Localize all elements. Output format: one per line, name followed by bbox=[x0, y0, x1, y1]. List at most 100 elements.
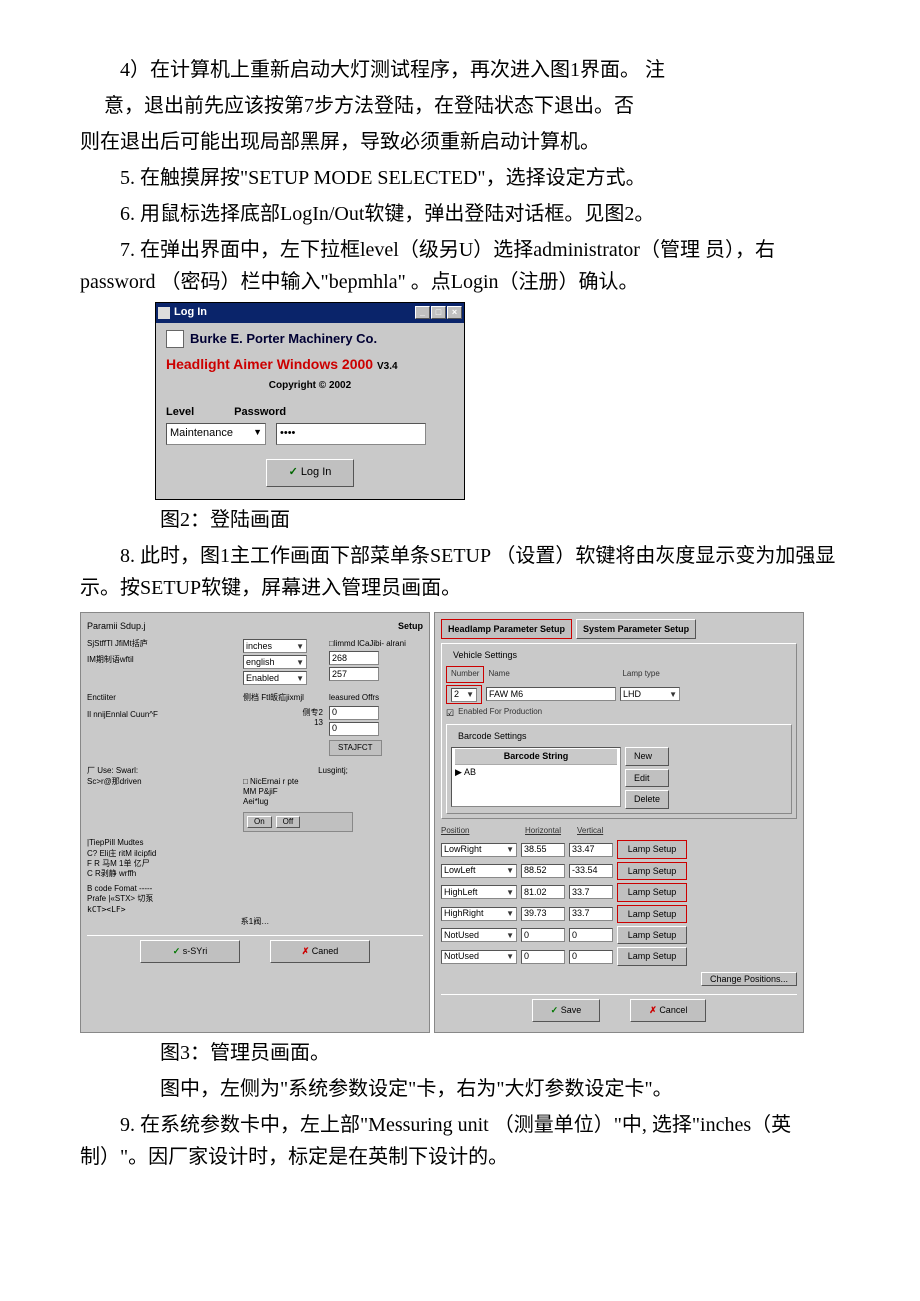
vertical-input[interactable]: -33.54 bbox=[569, 864, 613, 878]
stajfct-button[interactable]: STAJFCT bbox=[329, 740, 382, 756]
left-save-button[interactable]: ✓ s-SYri bbox=[140, 940, 240, 962]
vertical-input[interactable]: 33.7 bbox=[569, 907, 613, 921]
system-param-panel: Paramii Sdup.j Setup SjStffTl JfiMt括庐 IM… bbox=[80, 612, 430, 1033]
horizontal-input[interactable]: 39.73 bbox=[521, 907, 565, 921]
lbl-meas: leasured Offrs bbox=[329, 693, 423, 703]
chevron-down-icon: ▼ bbox=[506, 929, 514, 942]
chk-nic[interactable]: □ NicErnai r pte bbox=[243, 777, 423, 787]
vertical-input[interactable]: 33.47 bbox=[569, 843, 613, 857]
barcode-delete-button[interactable]: Delete bbox=[625, 790, 669, 808]
copyright: Copyright © 2002 bbox=[166, 378, 454, 394]
enabled-checkbox[interactable]: ☑ bbox=[446, 706, 454, 720]
lbl-side2: 侧专2 bbox=[243, 708, 323, 718]
enabled-label: Enabled For Production bbox=[458, 706, 542, 719]
left-cancel-button[interactable]: ✗ Caned bbox=[270, 940, 370, 962]
check-icon: ✓ bbox=[551, 1005, 559, 1015]
close-icon[interactable]: × bbox=[447, 306, 462, 319]
save-button[interactable]: ✓ Save bbox=[532, 999, 601, 1021]
input-268[interactable]: 268 bbox=[329, 651, 379, 665]
measuring-unit-select[interactable]: inches▼ bbox=[243, 639, 307, 653]
vertical-input[interactable]: 33.7 bbox=[569, 885, 613, 899]
vertical-input[interactable]: 0 bbox=[569, 950, 613, 964]
vehicle-settings-label: Vehicle Settings bbox=[450, 648, 520, 662]
vehicle-number-select[interactable]: 2▼ bbox=[451, 688, 477, 702]
app-icon bbox=[158, 307, 170, 319]
horizontal-input[interactable]: 88.52 bbox=[521, 864, 565, 878]
admin-screenshot: Paramii Sdup.j Setup SjStffTl JfiMt括庐 IM… bbox=[80, 612, 840, 1033]
chevron-down-icon: ▼ bbox=[296, 640, 304, 653]
barcode-list-header: Barcode String bbox=[455, 749, 617, 764]
left-save-label: s-SYri bbox=[183, 946, 208, 956]
vertical-input[interactable]: 0 bbox=[569, 928, 613, 942]
lbl-l1: SjStffTl JfiMt括庐 bbox=[87, 639, 237, 649]
position-select[interactable]: LowRight▼ bbox=[441, 843, 517, 857]
horizontal-input[interactable]: 0 bbox=[521, 928, 565, 942]
position-select[interactable]: NotUsed▼ bbox=[441, 928, 517, 942]
enabled-select[interactable]: Enabled▼ bbox=[243, 671, 307, 685]
off-button[interactable]: Off bbox=[276, 816, 301, 828]
vehicle-name-input[interactable]: FAW M6 bbox=[486, 687, 616, 701]
maximize-icon[interactable]: □ bbox=[431, 306, 446, 319]
headlamp-param-panel: Headlamp Parameter Setup System Paramete… bbox=[434, 612, 804, 1033]
check-icon: ✓ bbox=[173, 946, 181, 956]
lamp-setup-button[interactable]: Lamp Setup bbox=[617, 840, 687, 858]
position-select[interactable]: HighLeft▼ bbox=[441, 885, 517, 899]
position-select[interactable]: LowLeft▼ bbox=[441, 864, 517, 878]
input-offset-2[interactable]: 0 bbox=[329, 722, 379, 736]
lbl-13: 13 bbox=[243, 718, 323, 728]
barcode-listbox[interactable]: Barcode String ▶ AB bbox=[451, 747, 621, 807]
lamp-type-select[interactable]: LHD▼ bbox=[620, 687, 680, 701]
lbl-aei: Aei*lug bbox=[243, 797, 423, 807]
minimize-icon[interactable]: _ bbox=[415, 306, 430, 319]
horizontal-input[interactable]: 0 bbox=[521, 950, 565, 964]
lamp-setup-button[interactable]: Lamp Setup bbox=[617, 883, 687, 901]
lamp-setup-button: Lamp Setup bbox=[617, 926, 687, 944]
chevron-down-icon: ▼ bbox=[506, 950, 514, 963]
chevron-down-icon: ▼ bbox=[296, 672, 304, 685]
tab-headlamp-setup[interactable]: Headlamp Parameter Setup bbox=[441, 619, 572, 639]
para-8: 8. 此时，图1主工作画面下部菜单条SETUP （设置）软键将由灰度显示变为加强… bbox=[80, 540, 840, 604]
on-button[interactable]: On bbox=[247, 816, 272, 828]
chk-use-swarl[interactable]: 厂 Use: Swarl: bbox=[87, 766, 237, 776]
tab-system-setup[interactable]: System Parameter Setup bbox=[576, 619, 696, 639]
position-select[interactable]: NotUsed▼ bbox=[441, 950, 517, 964]
lamp-setup-button[interactable]: Lamp Setup bbox=[617, 862, 687, 880]
window-title: Log In bbox=[174, 304, 207, 322]
barcode-edit-button[interactable]: Edit bbox=[625, 769, 669, 787]
cancel-button[interactable]: ✗ Cancel bbox=[630, 999, 706, 1021]
position-select[interactable]: HighRight▼ bbox=[441, 907, 517, 921]
x-icon: ✗ bbox=[649, 1005, 657, 1015]
position-row-1: LowLeft▼ 88.52 -33.54 Lamp Setup bbox=[441, 862, 797, 880]
lamp-setup-button: Lamp Setup bbox=[617, 947, 687, 965]
password-label: Password bbox=[234, 404, 286, 422]
level-select[interactable]: Maintenance ▼ bbox=[166, 423, 266, 445]
setup-label: Setup bbox=[398, 619, 423, 633]
lbl-l2: IM期制语wftil bbox=[87, 655, 237, 665]
check-icon: ✓ bbox=[289, 466, 298, 478]
change-positions-button[interactable]: Change Positions... bbox=[701, 972, 797, 986]
para-4a: 4）在计算机上重新启动大灯测试程序，再次进入图1界面。 注 bbox=[80, 54, 840, 86]
horizontal-input[interactable]: 38.55 bbox=[521, 843, 565, 857]
titlebar[interactable]: Log In _ □ × bbox=[156, 303, 464, 323]
lbl-c7: C? Eli庄 ritM ilcipfid bbox=[87, 849, 423, 859]
name-header: Name bbox=[488, 668, 618, 681]
opt-english: english bbox=[246, 656, 275, 669]
barcode-new-button[interactable]: New bbox=[625, 747, 669, 765]
lamptype-header: Lamp type bbox=[622, 668, 659, 681]
horizontal-input[interactable]: 81.02 bbox=[521, 885, 565, 899]
product-name: Headlight Aimer Windows 2000 bbox=[166, 356, 373, 372]
language-select[interactable]: english▼ bbox=[243, 655, 307, 669]
login-button[interactable]: ✓Log In bbox=[266, 459, 355, 487]
position-row-5: NotUsed▼ 00 Lamp Setup bbox=[441, 947, 797, 965]
number-cell: 2▼ bbox=[446, 685, 482, 704]
input-offset-1[interactable]: 0 bbox=[329, 706, 379, 720]
lbl-limmd: □limmd lCaJibi- alrani bbox=[329, 639, 423, 649]
chevron-down-icon: ▼ bbox=[669, 688, 677, 701]
input-257[interactable]: 257 bbox=[329, 667, 379, 681]
lamp-setup-button[interactable]: Lamp Setup bbox=[617, 905, 687, 923]
lbl-il: Il nnijEnnlal Cuun^F bbox=[87, 710, 237, 720]
password-input[interactable]: •••• bbox=[276, 423, 426, 445]
lbl-lusgintj: Lusgintj; bbox=[243, 766, 423, 776]
barcode-settings-group: Barcode Settings Barcode String ▶ AB New… bbox=[446, 724, 792, 814]
barcode-row-ab[interactable]: ▶ AB bbox=[455, 765, 617, 779]
